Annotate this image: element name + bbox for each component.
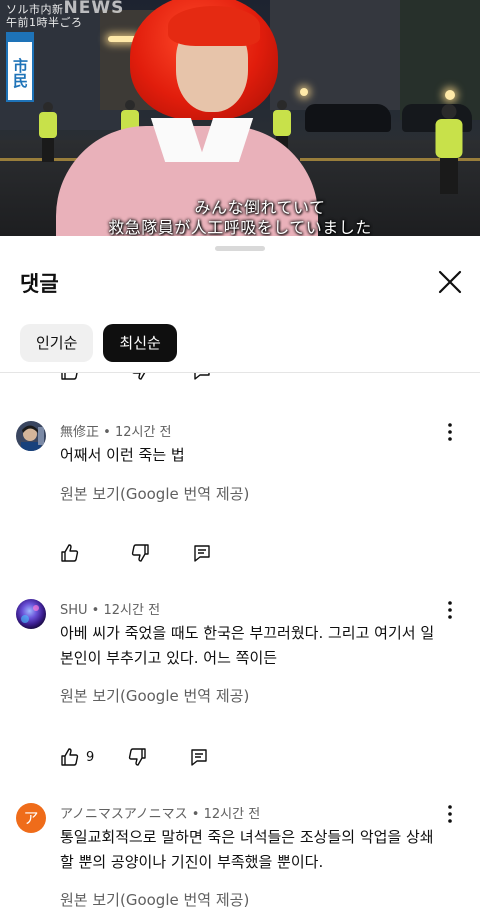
- comment-time: 12시간 전: [103, 603, 161, 618]
- comment-text: 어째서 이런 죽는 법: [60, 446, 185, 464]
- like-count: 9: [86, 749, 95, 765]
- comment-item: ア アノニマスアノニマス • 12시간 전 통일교회적으로 말하면 죽은 녀석들…: [0, 803, 480, 924]
- reply-button[interactable]: [189, 747, 209, 767]
- kebab-menu-icon: [448, 805, 452, 823]
- like-button[interactable]: [60, 543, 80, 563]
- comment-list[interactable]: 無修正 • 12시간 전 어째서 이런 죽는 법 원본 보기(Google 번역…: [0, 373, 480, 924]
- reply-icon: [191, 749, 207, 766]
- dislike-button[interactable]: [127, 747, 147, 767]
- avatar[interactable]: ア: [16, 803, 46, 833]
- thumbs-up-icon: [61, 373, 78, 380]
- dislike-button[interactable]: [130, 373, 150, 381]
- building: [270, 0, 410, 110]
- comment-author[interactable]: SHU: [60, 603, 88, 618]
- kebab-menu-icon: [448, 601, 452, 619]
- building: [400, 0, 480, 120]
- reply-button[interactable]: [192, 373, 212, 381]
- avatar-image: [16, 599, 46, 629]
- drag-handle[interactable]: [215, 246, 265, 251]
- see-original-link[interactable]: 원본 보기(Google 번역 제공): [60, 685, 249, 706]
- reply-icon: [194, 373, 210, 380]
- comment-meta: SHU • 12시간 전: [60, 599, 160, 618]
- thumbs-up-icon: [61, 748, 79, 766]
- see-original-link[interactable]: 원본 보기(Google 번역 제공): [60, 483, 249, 504]
- video-player[interactable]: ソル市内新NEWS 午前1時半ごろ 市民 みんな倒れていて 救急隊員が人工呼吸を…: [0, 0, 480, 236]
- meta-separator: •: [99, 425, 115, 440]
- close-icon: [438, 270, 462, 294]
- reply-icon: [194, 545, 210, 562]
- see-original-link[interactable]: 원본 보기(Google 번역 제공): [60, 889, 249, 910]
- avatar[interactable]: [16, 599, 46, 629]
- more-options-button[interactable]: [440, 421, 460, 443]
- broadcast-watermark: ソル市内新NEWS 午前1時半ごろ: [6, 0, 125, 29]
- comment-actions: [60, 543, 212, 563]
- thumbs-down-icon: [132, 373, 146, 380]
- speaker-badge: 市民: [6, 32, 34, 102]
- sheet-title: 댓글: [20, 272, 59, 296]
- avatar[interactable]: [16, 421, 46, 451]
- car: [305, 104, 391, 132]
- police-officer: [434, 104, 464, 194]
- meta-separator: •: [187, 807, 204, 822]
- comment-item: SHU • 12시간 전 아베 씨가 죽었을 때도 한국은 부끄러웠다. 그리고…: [0, 599, 480, 779]
- comment-meta: 無修正 • 12시간 전: [60, 421, 172, 440]
- comment-actions: [60, 373, 212, 381]
- comment-text: 통일교회적으로 말하면 죽은 녀석들은 조상들의 악업을 상쇄할 뿐의 공양이나…: [60, 828, 434, 871]
- like-button[interactable]: [60, 747, 80, 767]
- comment-actions: 9: [60, 747, 209, 767]
- comment-author[interactable]: アノニマスアノニマス: [60, 807, 188, 822]
- chip-top[interactable]: 인기순: [20, 324, 94, 362]
- comment-time: 12시간 전: [203, 807, 261, 822]
- more-options-button[interactable]: [440, 803, 460, 825]
- like-button[interactable]: [60, 373, 80, 381]
- comment-author[interactable]: 無修正: [60, 425, 99, 440]
- close-button[interactable]: [434, 266, 466, 298]
- comment-meta: アノニマスアノニマス • 12시간 전: [60, 803, 260, 822]
- chip-newest[interactable]: 최신순: [103, 324, 177, 362]
- comments-sheet: 댓글 인기순 최신순 無修正 • 12시간 전 어째서 이런 죽는 법 원본 보…: [0, 236, 480, 924]
- comment-item: 無修正 • 12시간 전 어째서 이런 죽는 법 원본 보기(Google 번역…: [0, 421, 480, 571]
- reply-button[interactable]: [192, 543, 212, 563]
- thumbs-up-icon: [61, 544, 79, 562]
- dislike-button[interactable]: [130, 543, 150, 563]
- subtitle-line-2: 救急隊員が人工呼吸をしていました: [108, 218, 372, 236]
- thumbs-down-icon: [131, 544, 149, 562]
- police-officer: [38, 102, 58, 162]
- street-light: [445, 90, 455, 100]
- street-light: [300, 88, 308, 96]
- comment-time: 12시간 전: [114, 425, 172, 440]
- more-options-button[interactable]: [440, 599, 460, 621]
- person-bangs: [168, 6, 260, 46]
- kebab-menu-icon: [448, 423, 452, 441]
- thumbs-down-icon: [129, 748, 146, 766]
- sort-chips: 인기순 최신순: [20, 324, 177, 362]
- comment-text: 아베 씨가 죽었을 때도 한국은 부끄러웠다. 그리고 여기서 일본인이 부추기…: [60, 624, 435, 667]
- meta-separator: •: [87, 603, 104, 618]
- avatar-image: [16, 421, 46, 451]
